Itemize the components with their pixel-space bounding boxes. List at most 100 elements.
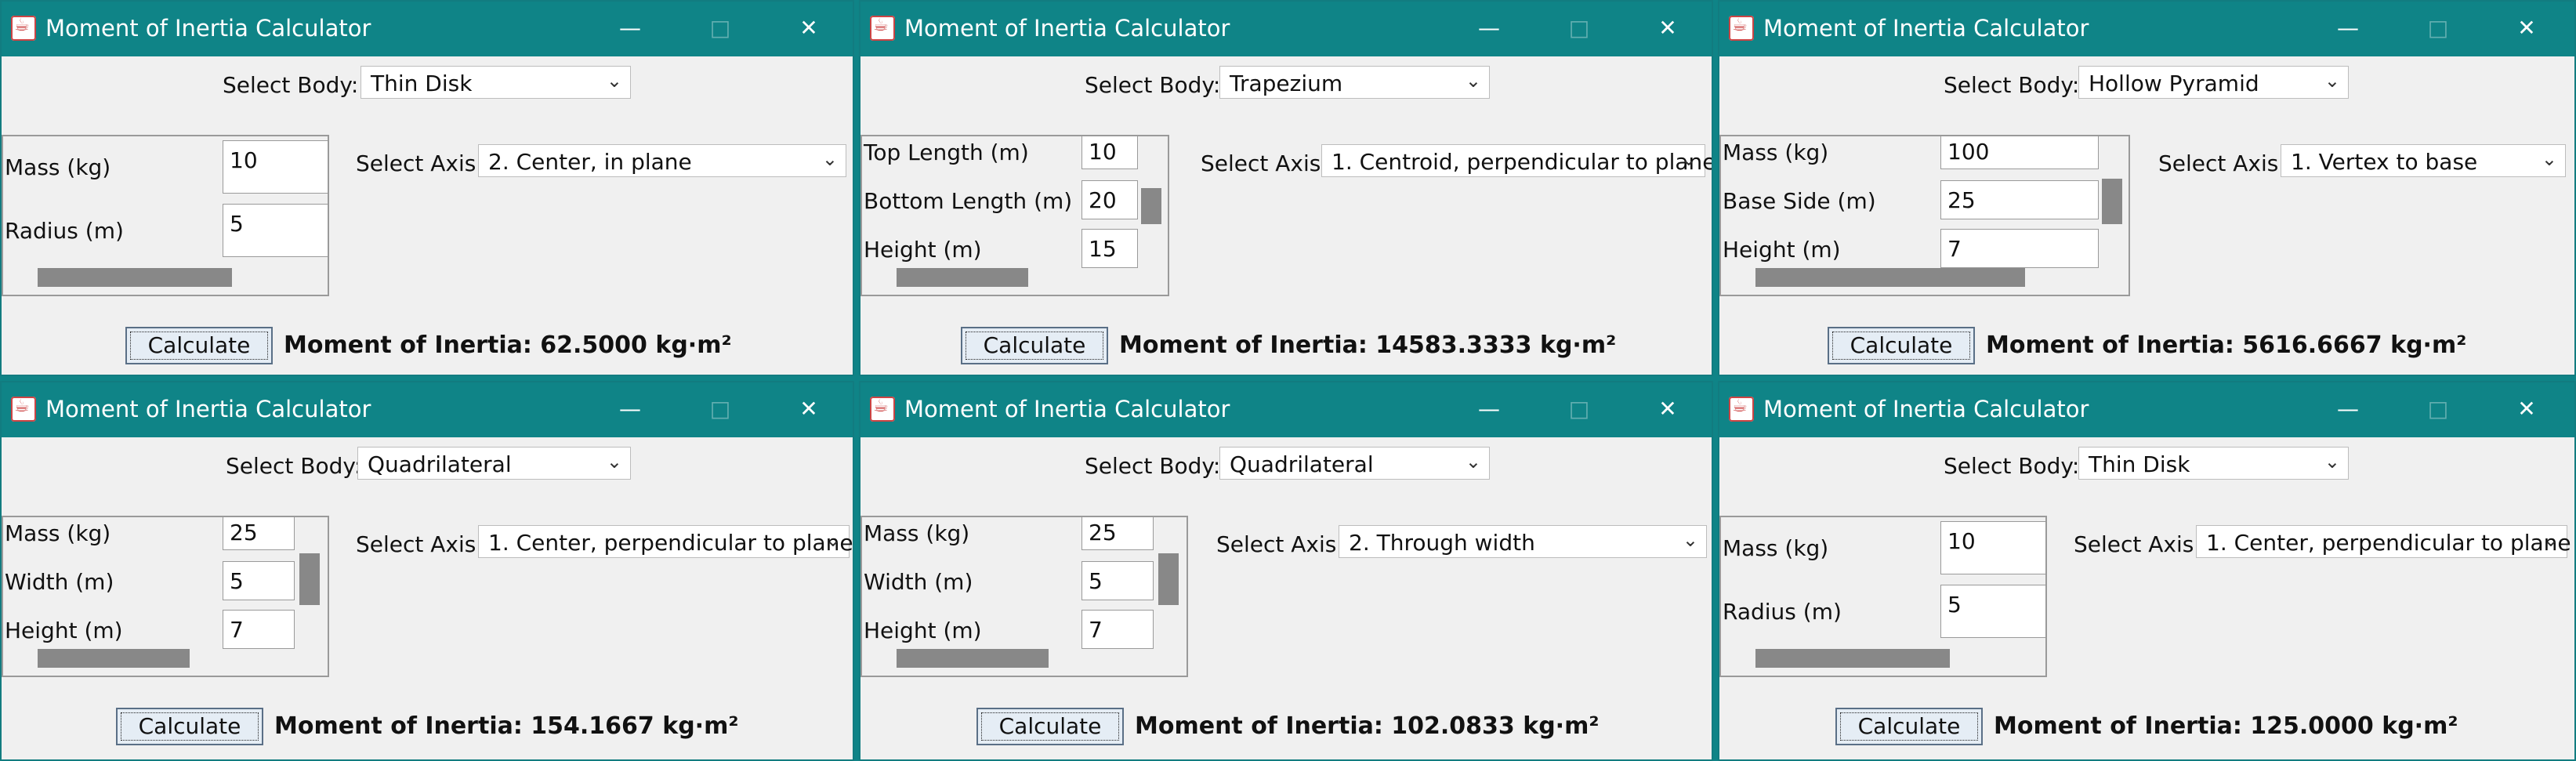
param-input[interactable]: 10	[1081, 136, 1138, 169]
title-bar[interactable]: Moment of Inertia Calculator — □ ✕	[1719, 2, 2574, 56]
param-row: Radius (m) 5	[1721, 585, 2045, 638]
param-label: Height (m)	[864, 237, 982, 263]
close-icon[interactable]: ✕	[1652, 392, 1683, 426]
minimize-icon[interactable]: —	[2332, 11, 2364, 45]
title-bar[interactable]: Moment of Inertia Calculator — □ ✕	[2, 2, 853, 56]
body-select[interactable]: Hollow Pyramid ⌄	[2078, 66, 2349, 99]
param-input[interactable]: 5	[223, 204, 328, 257]
parameter-scroll-pane[interactable]: Mass (kg) 25 Width (m) 5 Height (m) 7	[860, 516, 1188, 677]
horizontal-scrollbar-thumb[interactable]	[38, 268, 232, 287]
body-select[interactable]: Quadrilateral ⌄	[1219, 447, 1490, 480]
vertical-scrollbar-thumb[interactable]	[2102, 179, 2122, 224]
calculate-button[interactable]: Calculate	[976, 708, 1124, 745]
axis-select[interactable]: 2. Center, in plane ⌄	[478, 144, 846, 177]
vertical-scrollbar-thumb[interactable]	[1158, 553, 1179, 605]
java-app-icon	[11, 397, 36, 422]
result-text: Moment of Inertia: 62.5000 kg·m²	[284, 332, 732, 359]
calculator-window: Moment of Inertia Calculator — □ ✕ Selec…	[1718, 0, 2576, 376]
axis-select[interactable]: 2. Through width ⌄	[1339, 525, 1707, 558]
param-label: Radius (m)	[1723, 599, 1842, 625]
param-input[interactable]: 25	[1081, 517, 1154, 550]
param-input[interactable]: 5	[1940, 585, 2045, 638]
close-icon[interactable]: ✕	[793, 392, 824, 426]
parameter-scroll-pane[interactable]: Mass (kg) 100 Base Side (m) 25 Height (m…	[1719, 135, 2130, 296]
parameter-scroll-pane[interactable]: Top Length (m) 10 Bottom Length (m) 20 H…	[860, 135, 1169, 296]
body-select[interactable]: Thin Disk ⌄	[2078, 447, 2349, 480]
vertical-scrollbar-thumb[interactable]	[299, 553, 320, 605]
calculate-button[interactable]: Calculate	[961, 327, 1108, 364]
horizontal-scrollbar-thumb[interactable]	[897, 268, 1028, 287]
close-icon[interactable]: ✕	[793, 11, 824, 45]
close-icon[interactable]: ✕	[2511, 392, 2542, 426]
body-select[interactable]: Thin Disk ⌄	[360, 66, 631, 99]
calculator-window: Moment of Inertia Calculator — □ ✕ Selec…	[1718, 381, 2576, 761]
java-app-icon	[11, 16, 36, 41]
vertical-scrollbar-thumb[interactable]	[1141, 188, 1161, 224]
close-icon[interactable]: ✕	[1652, 11, 1683, 45]
maximize-icon[interactable]: □	[2422, 11, 2454, 45]
maximize-icon[interactable]: □	[2422, 392, 2454, 426]
param-input[interactable]: 7	[1081, 610, 1154, 649]
param-label: Height (m)	[1723, 237, 1841, 263]
param-input[interactable]: 10	[223, 140, 328, 194]
horizontal-scrollbar-thumb[interactable]	[1755, 268, 2025, 287]
chevron-down-icon: ⌄	[2324, 70, 2340, 92]
param-row: Top Length (m) 10	[862, 136, 1168, 179]
close-icon[interactable]: ✕	[2511, 11, 2542, 45]
select-axis-label: Select Axis:	[2158, 150, 2286, 176]
parameter-scroll-pane[interactable]: Mass (kg) 25 Width (m) 5 Height (m) 7	[2, 516, 329, 677]
axis-select[interactable]: 1. Centroid, perpendicular to plane ⌄	[1321, 144, 1712, 177]
title-bar[interactable]: Moment of Inertia Calculator — □ ✕	[860, 382, 1712, 437]
window-title: Moment of Inertia Calculator	[45, 396, 371, 422]
minimize-icon[interactable]: —	[1473, 392, 1505, 426]
maximize-icon[interactable]: □	[705, 11, 736, 45]
calculate-button[interactable]: Calculate	[1828, 327, 1975, 364]
minimize-icon[interactable]: —	[2332, 392, 2364, 426]
param-input[interactable]: 20	[1081, 180, 1138, 219]
chevron-down-icon: ⌄	[1680, 148, 1697, 170]
param-input[interactable]: 5	[223, 561, 295, 600]
param-input[interactable]: 7	[223, 610, 295, 649]
select-body-label: Select Body:	[226, 453, 362, 479]
param-label: Height (m)	[5, 618, 123, 643]
maximize-icon[interactable]: □	[1563, 11, 1595, 45]
calculate-button[interactable]: Calculate	[125, 327, 273, 364]
body-select[interactable]: Trapezium ⌄	[1219, 66, 1490, 99]
axis-select-value: 2. Through width	[1349, 530, 1535, 556]
calculate-button[interactable]: Calculate	[1835, 708, 1983, 745]
parameter-scroll-pane[interactable]: Mass (kg) 10 Radius (m) 5	[2, 135, 329, 296]
axis-select[interactable]: 1. Vertex to base ⌄	[2281, 144, 2566, 177]
title-bar[interactable]: Moment of Inertia Calculator — □ ✕	[1719, 382, 2574, 437]
horizontal-scrollbar-thumb[interactable]	[897, 649, 1049, 668]
horizontal-scrollbar-thumb[interactable]	[1755, 649, 1950, 668]
minimize-icon[interactable]: —	[614, 11, 646, 45]
title-bar[interactable]: Moment of Inertia Calculator — □ ✕	[2, 382, 853, 437]
minimize-icon[interactable]: —	[614, 392, 646, 426]
chevron-down-icon: ⌄	[824, 529, 841, 551]
param-label: Mass (kg)	[1723, 140, 1829, 165]
horizontal-scrollbar-thumb[interactable]	[38, 649, 190, 668]
maximize-icon[interactable]: □	[1563, 392, 1595, 426]
parameter-scroll-pane[interactable]: Mass (kg) 10 Radius (m) 5	[1719, 516, 2047, 677]
title-bar[interactable]: Moment of Inertia Calculator — □ ✕	[860, 2, 1712, 56]
maximize-icon[interactable]: □	[705, 392, 736, 426]
minimize-icon[interactable]: —	[1473, 11, 1505, 45]
window-title: Moment of Inertia Calculator	[1763, 15, 2089, 42]
param-label: Top Length (m)	[864, 140, 1029, 165]
param-input[interactable]: 7	[1940, 229, 2099, 268]
axis-select[interactable]: 1. Center, perpendicular to plane ⌄	[2196, 525, 2571, 558]
param-input[interactable]: 100	[1940, 136, 2099, 169]
param-input[interactable]: 5	[1081, 561, 1154, 600]
calculator-window: Moment of Inertia Calculator — □ ✕ Selec…	[0, 381, 854, 761]
calculate-button[interactable]: Calculate	[116, 708, 263, 745]
body-select[interactable]: Quadrilateral ⌄	[357, 447, 631, 480]
axis-select[interactable]: 1. Center, perpendicular to plane ⌄	[478, 525, 853, 558]
param-input[interactable]: 25	[1940, 180, 2099, 219]
param-input[interactable]: 10	[1940, 521, 2045, 574]
param-label: Bottom Length (m)	[864, 188, 1073, 214]
chevron-down-icon: ⌄	[2324, 451, 2340, 473]
param-input[interactable]: 25	[223, 517, 295, 550]
window-title: Moment of Inertia Calculator	[904, 396, 1230, 422]
param-label: Mass (kg)	[864, 520, 970, 546]
param-input[interactable]: 15	[1081, 229, 1138, 268]
